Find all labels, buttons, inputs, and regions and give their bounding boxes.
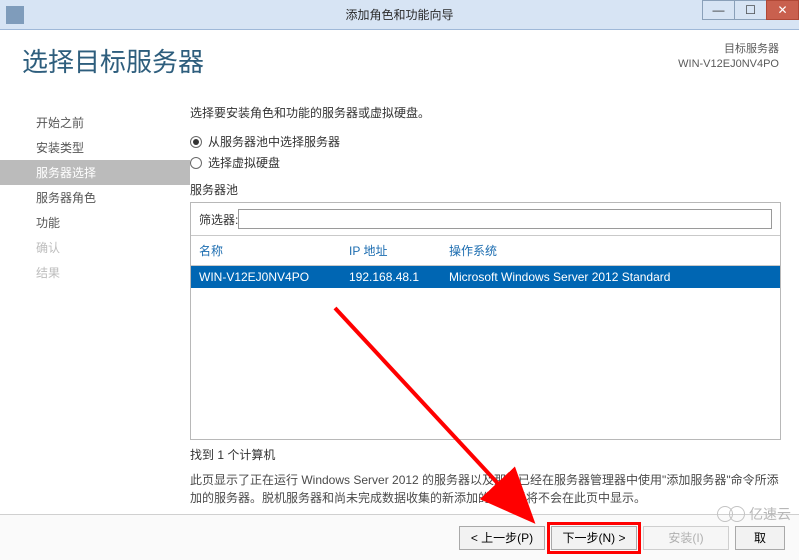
- nav-results: 结果: [0, 260, 190, 285]
- grid-body: WIN-V12EJ0NV4PO 192.168.48.1 Microsoft W…: [191, 266, 780, 439]
- wizard-sidebar: 开始之前 安装类型 服务器选择 服务器角色 功能 确认 结果: [0, 30, 190, 514]
- description-text: 选择要安装角色和功能的服务器或虚拟硬盘。: [190, 104, 781, 121]
- window-controls: — ☐ ✕: [703, 0, 799, 20]
- minimize-button[interactable]: —: [702, 0, 735, 20]
- filter-input[interactable]: [238, 209, 772, 229]
- watermark: 亿速云: [717, 504, 791, 524]
- cell-ip: 192.168.48.1: [349, 270, 449, 284]
- radio-server-pool-label: 从服务器池中选择服务器: [208, 133, 340, 150]
- filter-label: 筛选器:: [199, 211, 238, 228]
- titlebar: 添加角色和功能向导 — ☐ ✕: [0, 0, 799, 30]
- window-title: 添加角色和功能向导: [345, 6, 453, 23]
- app-icon: [6, 6, 24, 24]
- prev-button[interactable]: < 上一步(P): [459, 526, 545, 550]
- nav-confirm: 确认: [0, 235, 190, 260]
- found-count: 找到 1 个计算机: [190, 446, 781, 463]
- radio-vhd-label: 选择虚拟硬盘: [208, 154, 280, 171]
- watermark-text: 亿速云: [749, 504, 791, 524]
- wizard-footer: < 上一步(P) 下一步(N) > 安装(I) 取: [0, 514, 799, 560]
- radio-server-pool[interactable]: 从服务器池中选择服务器: [190, 133, 781, 150]
- watermark-icon: [729, 506, 745, 522]
- col-header-name[interactable]: 名称: [199, 242, 349, 259]
- col-header-ip[interactable]: IP 地址: [349, 242, 449, 259]
- table-row[interactable]: WIN-V12EJ0NV4PO 192.168.48.1 Microsoft W…: [191, 266, 780, 288]
- nav-features[interactable]: 功能: [0, 210, 190, 235]
- close-button[interactable]: ✕: [766, 0, 799, 20]
- maximize-button[interactable]: ☐: [734, 0, 767, 20]
- cell-os: Microsoft Windows Server 2012 Standard: [449, 270, 772, 284]
- cell-name: WIN-V12EJ0NV4PO: [199, 270, 349, 284]
- col-header-os[interactable]: 操作系统: [449, 242, 772, 259]
- radio-vhd-icon: [190, 157, 202, 169]
- nav-before-begin[interactable]: 开始之前: [0, 110, 190, 135]
- wizard-body: 选择要安装角色和功能的服务器或虚拟硬盘。 从服务器池中选择服务器 选择虚拟硬盘 …: [190, 30, 799, 514]
- nav-server-roles[interactable]: 服务器角色: [0, 185, 190, 210]
- nav-server-selection[interactable]: 服务器选择: [0, 160, 190, 185]
- server-pool-box: 筛选器: 名称 IP 地址 操作系统 WIN-V12EJ0NV4PO 192.1…: [190, 202, 781, 440]
- next-button[interactable]: 下一步(N) >: [551, 526, 637, 550]
- footnote-text: 此页显示了正在运行 Windows Server 2012 的服务器以及那些已经…: [190, 471, 781, 507]
- install-button: 安装(I): [643, 526, 729, 550]
- cancel-button[interactable]: 取: [735, 526, 785, 550]
- filter-row: 筛选器:: [191, 203, 780, 235]
- page-title: 选择目标服务器: [22, 42, 204, 79]
- radio-server-pool-icon: [190, 136, 202, 148]
- radio-vhd[interactable]: 选择虚拟硬盘: [190, 154, 781, 171]
- server-pool-label: 服务器池: [190, 181, 781, 198]
- grid-header: 名称 IP 地址 操作系统: [191, 235, 780, 266]
- nav-install-type[interactable]: 安装类型: [0, 135, 190, 160]
